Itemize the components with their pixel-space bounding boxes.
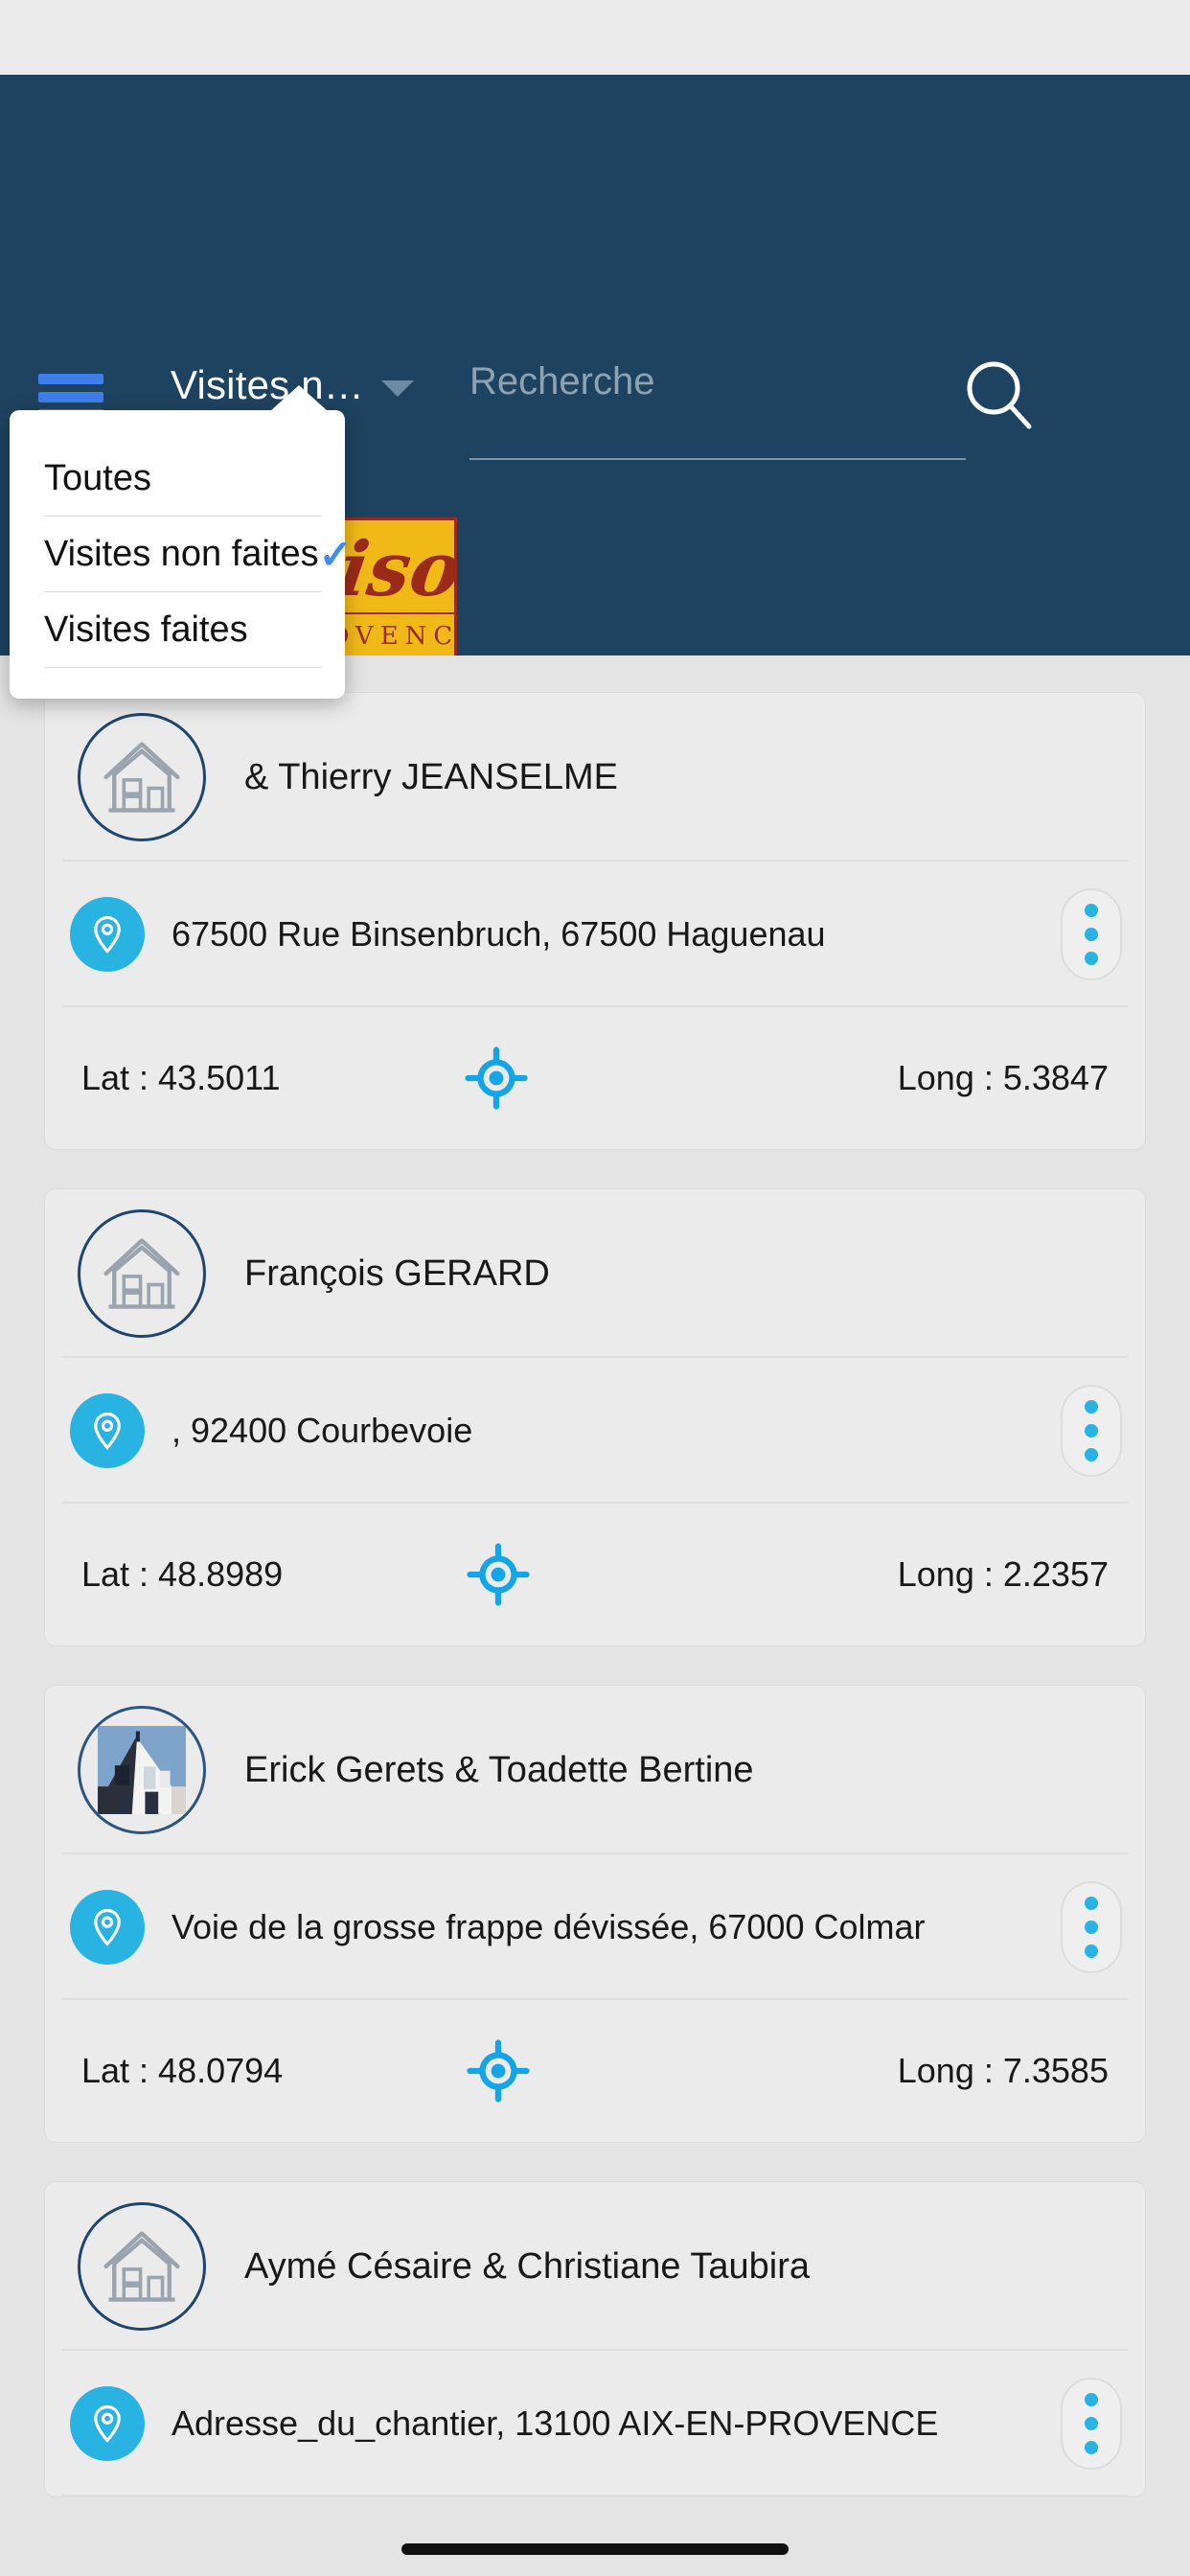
search-field-wrapper[interactable]: Recherche (469, 355, 966, 460)
hamburger-bar (38, 374, 103, 384)
more-vertical-icon[interactable] (1061, 1385, 1122, 1477)
address-text: 67500 Rue Binsenbruch, 67500 Haguenau (172, 914, 826, 954)
longitude-value: Long : 2.2357 (897, 1554, 1109, 1594)
menu-item-visites-non-faites[interactable]: Visites non faites ✓ (10, 517, 353, 592)
more-vertical-icon[interactable] (1061, 2378, 1122, 2470)
more-vertical-icon[interactable] (1061, 888, 1122, 980)
visit-card-address-row[interactable]: Voie de la grosse frappe dévissée, 67000… (45, 1854, 1145, 2000)
address-text: , 92400 Courbevoie (172, 1411, 473, 1450)
kebab-dot (1085, 1897, 1098, 1910)
kebab-dot (1085, 2417, 1098, 2430)
more-vertical-icon[interactable] (1061, 1881, 1122, 1973)
longitude-value: Long : 5.3847 (897, 1058, 1109, 1097)
map-pin-icon[interactable] (70, 2386, 145, 2461)
kebab-dot (1085, 2393, 1098, 2406)
client-name: Erick Gerets & Toadette Bertine (244, 1749, 754, 1790)
visit-filter-menu[interactable]: Toutes Visites non faites ✓ Visites fait… (10, 385, 353, 699)
kebab-dot (1085, 904, 1098, 917)
kebab-dot (1085, 2441, 1098, 2454)
house-outline-icon (78, 2202, 206, 2331)
menu-tail-icon (270, 385, 328, 411)
search-icon[interactable] (964, 358, 1033, 433)
search-underline (469, 458, 966, 460)
chevron-down-icon (380, 380, 414, 397)
visit-card-coords-row: Lat : 43.5011 Long : 5.3847 (45, 1007, 1145, 1149)
visit-card-address-row[interactable]: 67500 Rue Binsenbruch, 67500 Haguenau (45, 862, 1145, 1007)
kebab-dot (1085, 952, 1098, 965)
hamburger-bar (38, 391, 103, 402)
menu-top-spacer (10, 410, 345, 441)
menu-bottom-spacer (10, 668, 345, 699)
latitude-value: Lat : 43.5011 (81, 1058, 281, 1097)
check-icon: ✓ (318, 531, 353, 577)
menu-item-label: Visites non faites (44, 534, 319, 574)
visit-card-address-row[interactable]: , 92400 Courbevoie (45, 1358, 1145, 1504)
kebab-dot (1085, 1920, 1098, 1934)
search-input[interactable]: Recherche (469, 355, 966, 410)
longitude-value: Long : 7.3585 (897, 2051, 1109, 2090)
client-name: Aymé Césaire & Christiane Taubira (244, 2245, 810, 2287)
kebab-dot (1085, 928, 1098, 941)
kebab-dot (1085, 1400, 1098, 1414)
kebab-dot (1085, 1424, 1098, 1438)
map-pin-icon[interactable] (70, 1890, 145, 1965)
kebab-dot (1085, 1448, 1098, 1461)
map-pin-icon[interactable] (70, 1393, 145, 1468)
house-outline-icon (78, 713, 206, 841)
visit-card-header[interactable]: Aymé Césaire & Christiane Taubira (45, 2182, 1145, 2351)
address-text: Voie de la grosse frappe dévissée, 67000… (172, 1907, 926, 1946)
visit-card-header[interactable]: Erick Gerets & Toadette Bertine (45, 1686, 1145, 1854)
kebab-dot (1085, 1944, 1098, 1958)
visit-card-coords-row: Lat : 48.0794 Long : 7.3585 (45, 2000, 1145, 2142)
visit-card-address-row[interactable]: Adresse_du_chantier, 13100 AIX-EN-PROVEN… (45, 2351, 1145, 2496)
visit-card-coords-row: Lat : 48.8989 Long : 2.2357 (45, 1504, 1145, 1645)
visit-card[interactable]: Aymé Césaire & Christiane Taubira Adress… (44, 2181, 1146, 2497)
gps-target-icon[interactable] (467, 1543, 530, 1606)
house-outline-icon (78, 1209, 206, 1338)
menu-item-toutes[interactable]: Toutes (10, 441, 345, 517)
gps-target-icon[interactable] (465, 1046, 528, 1110)
client-name: François GERARD (244, 1253, 550, 1294)
visit-card[interactable]: François GERARD , 92400 Courbevoie Lat:… (44, 1188, 1146, 1646)
visit-list: & Thierry JEANSELME 67500 Rue Binsenbruc… (0, 656, 1190, 2576)
latitude-value: Lat : 48.0794 (81, 2051, 284, 2090)
address-text: Adresse_du_chantier, 13100 AIX-EN-PROVEN… (172, 2404, 939, 2443)
visit-card-header[interactable]: & Thierry JEANSELME (45, 693, 1145, 862)
map-pin-icon[interactable] (70, 897, 145, 972)
client-name: & Thierry JEANSELME (244, 756, 618, 797)
menu-item-label: Visites faites (44, 610, 248, 650)
status-bar (0, 0, 1190, 75)
visit-filter-label: Visites n… (171, 362, 364, 407)
menu-item-visites-faites[interactable]: Visites faites (10, 592, 345, 668)
house-photo-avatar (78, 1706, 206, 1834)
gps-target-icon[interactable] (467, 2039, 530, 2103)
home-indicator[interactable] (401, 2543, 789, 2555)
visit-card-header[interactable]: François GERARD (45, 1189, 1145, 1358)
visit-card[interactable]: & Thierry JEANSELME 67500 Rue Binsenbruc… (44, 692, 1146, 1150)
app-root: Visites n… Recherche Maison PROVENCE (0, 0, 1190, 2576)
visit-card[interactable]: Erick Gerets & Toadette Bertine Voie de … (44, 1685, 1146, 2143)
latitude-value: Lat : 48.8989 (81, 1554, 284, 1594)
menu-item-label: Toutes (44, 458, 151, 498)
